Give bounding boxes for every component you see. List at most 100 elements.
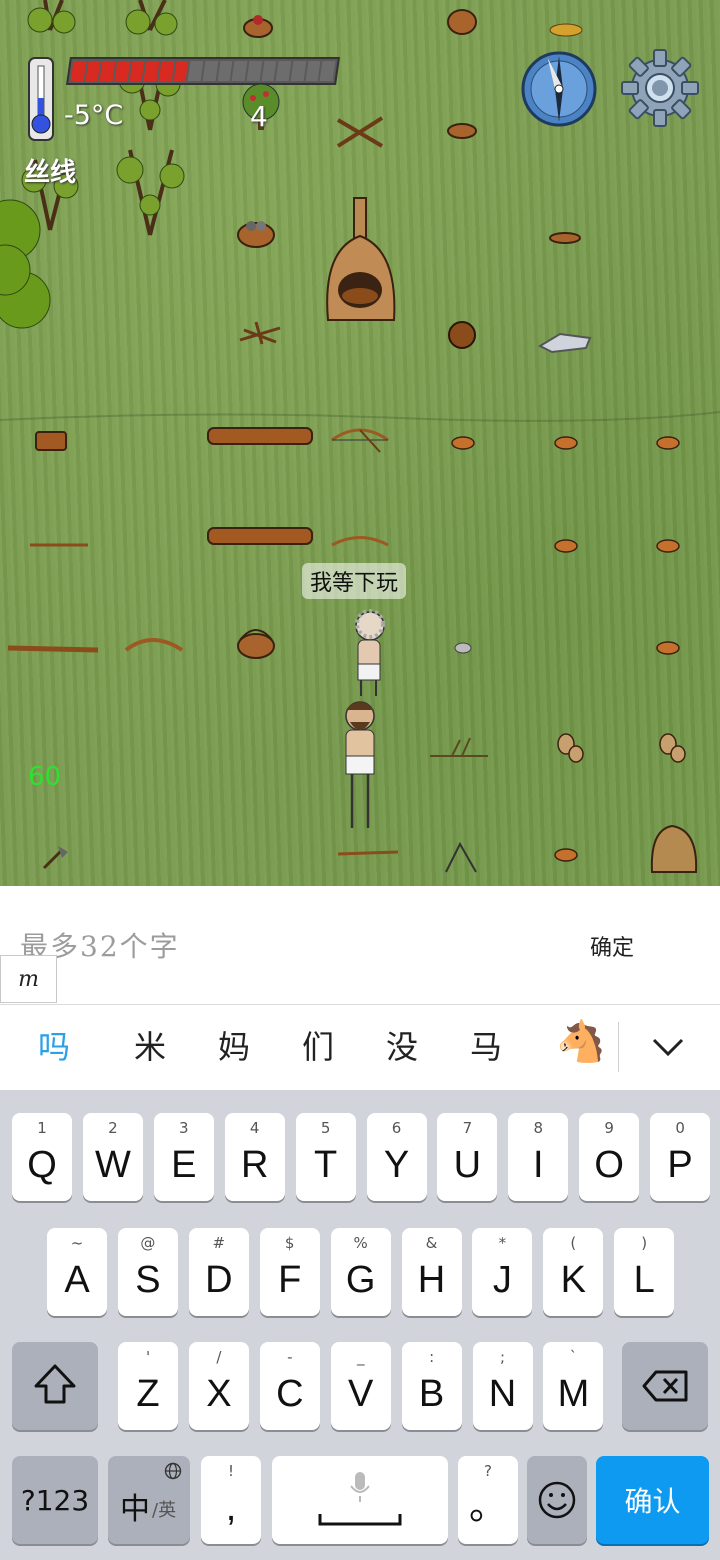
key-d[interactable]: # D — [188, 1228, 249, 1316]
key-label: M — [557, 1373, 590, 1415]
key-hint: ! — [227, 1462, 234, 1480]
key-label: X — [206, 1373, 232, 1415]
candidate-item[interactable]: 妈 — [218, 1022, 250, 1068]
key-o[interactable]: 9O — [579, 1113, 640, 1201]
key-w[interactable]: 2W — [82, 1113, 143, 1201]
key-label: R — [240, 1144, 269, 1186]
key-label: O — [594, 1144, 624, 1186]
globe-icon — [164, 1462, 182, 1480]
key-label: J — [492, 1259, 512, 1301]
key-v[interactable]: _ V — [330, 1342, 391, 1430]
key-n[interactable]: ; N — [472, 1342, 533, 1430]
key-label: Q — [27, 1144, 57, 1186]
key-label: G — [345, 1259, 376, 1301]
comma-key[interactable]: !, — [201, 1456, 261, 1544]
key-label: Z — [136, 1373, 160, 1415]
game-view[interactable]: -5°C 丝线 4 我等下玩 60 — [0, 0, 720, 886]
key-b[interactable]: :B — [401, 1342, 462, 1430]
key-s[interactable]: @ S — [117, 1228, 178, 1316]
key-label: L — [633, 1259, 655, 1301]
key-label: K — [560, 1259, 586, 1301]
key-hint: $ — [284, 1234, 295, 1252]
language-switch-key[interactable]: 中/英 — [108, 1456, 190, 1544]
candidate-divider — [618, 1022, 619, 1072]
key-a[interactable]: ~ A — [47, 1228, 107, 1316]
key-hint: 0 — [675, 1119, 685, 1137]
key-hint: ; — [499, 1348, 506, 1366]
shift-icon — [34, 1364, 76, 1404]
space-key[interactable] — [272, 1456, 448, 1544]
key-label: F — [278, 1259, 302, 1301]
key-k[interactable]: (K — [543, 1228, 604, 1316]
key-hint: 2 — [108, 1119, 118, 1137]
backspace-key[interactable] — [622, 1342, 708, 1430]
key-l[interactable]: ) L — [614, 1228, 675, 1316]
key-hint: 5 — [320, 1119, 331, 1137]
key-label: D — [205, 1259, 233, 1301]
key-p[interactable]: 0P — [650, 1113, 711, 1201]
key-label: P — [667, 1144, 693, 1186]
composing-text: m — [0, 955, 57, 1003]
key-q[interactable]: 1Q — [12, 1113, 72, 1201]
shift-key[interactable] — [12, 1342, 98, 1430]
confirm-key[interactable]: 确认 — [596, 1456, 709, 1544]
key-x[interactable]: / X — [188, 1342, 249, 1430]
key-label: 。 — [468, 1486, 507, 1528]
candidate-emoji[interactable]: 🐴 — [556, 1018, 606, 1065]
key-hint: 8 — [533, 1119, 544, 1137]
key-hint: * — [498, 1234, 507, 1252]
key-z[interactable]: ' Z — [118, 1342, 178, 1430]
key-m[interactable]: ` M — [543, 1342, 604, 1430]
key-label: T — [313, 1144, 338, 1186]
key-g[interactable]: % G — [330, 1228, 391, 1316]
key-c[interactable]: -C — [259, 1342, 320, 1430]
key-hint: 9 — [604, 1119, 614, 1137]
key-hint: # — [212, 1234, 226, 1252]
key-hint: % — [353, 1234, 368, 1252]
microphone-icon — [350, 1472, 370, 1502]
key-h[interactable]: & H — [401, 1228, 462, 1316]
key-label: ?123 — [20, 1483, 90, 1517]
key-label: B — [418, 1373, 445, 1415]
period-key[interactable]: ?。 — [458, 1456, 518, 1544]
space-bar-icon — [318, 1514, 402, 1526]
key-e[interactable]: 3E — [153, 1113, 214, 1201]
candidate-item[interactable]: 们 — [302, 1022, 334, 1068]
key-label: C — [276, 1373, 304, 1415]
key-y[interactable]: 6Y — [366, 1113, 427, 1201]
key-hint: ) — [641, 1234, 648, 1252]
candidate-item[interactable]: 吗 — [38, 1022, 70, 1068]
key-i[interactable]: 8I — [508, 1113, 569, 1201]
key-hint: ' — [145, 1348, 151, 1366]
keyboard: 1 Q 2 W 3 E 4 R 5 T 6 Y 7 U 8 I 9 O 0 P ~ A @ S # D $ F% G & H * J(K) L ' Z… — [0, 1090, 720, 1560]
key-label: I — [533, 1144, 544, 1186]
key-hint: @ — [140, 1234, 156, 1252]
key-label: , — [225, 1487, 237, 1529]
key-hint: 1 — [37, 1119, 47, 1137]
chevron-down-icon[interactable] — [648, 1030, 688, 1064]
key-hint: : — [429, 1348, 435, 1366]
key-label: Y — [383, 1144, 410, 1186]
candidate-item[interactable]: 米 — [134, 1022, 166, 1068]
key-hint: / — [216, 1348, 222, 1366]
confirm-button[interactable]: 确定 — [590, 930, 634, 962]
player-characters[interactable] — [330, 606, 410, 836]
key-hint: & — [425, 1234, 438, 1252]
key-t[interactable]: 5T — [295, 1113, 356, 1201]
key-j[interactable]: * J — [472, 1228, 533, 1316]
candidate-item[interactable]: 没 — [386, 1022, 418, 1068]
candidate-item[interactable]: 马 — [470, 1022, 502, 1068]
candidate-bar — [0, 1004, 720, 1091]
key-label: U — [453, 1144, 482, 1186]
key-u[interactable]: 7U — [437, 1113, 498, 1201]
key-hint: ~ — [70, 1234, 84, 1252]
key-hint: ` — [569, 1348, 578, 1366]
key-r[interactable]: 4R — [224, 1113, 285, 1201]
backspace-icon — [642, 1370, 688, 1402]
key-label: 确认 — [624, 1485, 681, 1518]
emoji-key[interactable] — [527, 1456, 587, 1544]
key-hint: 6 — [391, 1119, 402, 1137]
key-f[interactable]: $ F — [259, 1228, 320, 1316]
key-hint: 4 — [249, 1119, 260, 1137]
numbers-key[interactable]: ?123 — [12, 1456, 98, 1544]
